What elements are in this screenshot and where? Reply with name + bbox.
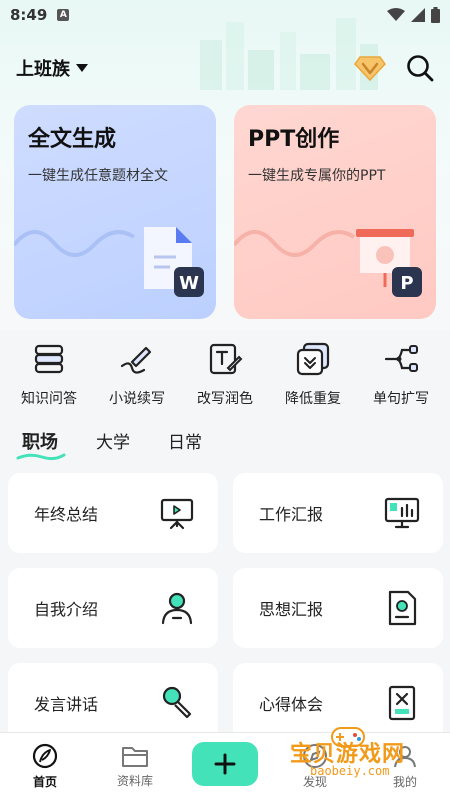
search-icon[interactable] <box>406 54 434 82</box>
tab-label: 职场 <box>22 432 58 453</box>
identity-label: 上班族 <box>16 59 70 80</box>
person-icon <box>161 592 193 625</box>
wifi-icon <box>387 8 405 21</box>
card-title: 全文生成 <box>28 127 117 152</box>
plus-icon <box>214 753 236 774</box>
nav-label: 我的 <box>392 775 417 789</box>
template-label: 年终总结 <box>34 505 99 524</box>
template-year-end-summary[interactable]: 年终总结 <box>8 473 218 553</box>
vip-diamond-icon[interactable] <box>354 55 386 81</box>
template-speech[interactable]: 发言讲话 <box>8 663 218 743</box>
template-reflections[interactable]: 心得体会 <box>233 663 443 743</box>
tool-label: 改写润色 <box>197 391 253 407</box>
tool-label: 知识问答 <box>21 391 77 407</box>
category-tabs: 职场 大学 日常 <box>16 428 202 461</box>
full-text-generation-card[interactable]: 全文生成 一键生成任意题材全文 W <box>14 105 216 319</box>
ppt-creation-card[interactable]: PPT创作 一键生成专属你的PPT P <box>234 105 436 319</box>
status-bar: 8:49 A <box>0 0 450 30</box>
tool-rewrite-polish[interactable]: 改写润色 <box>182 340 268 415</box>
nav-add[interactable] <box>190 741 260 786</box>
signal-icon <box>411 8 425 22</box>
template-ideological-report[interactable]: 思想汇报 <box>233 568 443 648</box>
card-subtitle: 一键生成任意题材全文 <box>28 168 168 184</box>
template-label: 自我介绍 <box>34 600 99 619</box>
ppt-presentation-icon: P <box>356 229 422 297</box>
document-seal-icon <box>388 590 417 626</box>
card-title: PPT创作 <box>248 127 340 152</box>
tool-reduce-repetition[interactable]: 降低重复 <box>270 340 356 415</box>
nav-label: 发现 <box>302 775 327 789</box>
template-label: 思想汇报 <box>259 600 324 619</box>
note-icon <box>388 685 416 721</box>
books-icon <box>34 344 64 374</box>
tab-workplace[interactable]: 职场 <box>16 428 66 461</box>
nav-library[interactable]: 资料库 <box>100 744 170 789</box>
nav-label: 资料库 <box>116 774 153 788</box>
edit-box-icon <box>209 343 243 375</box>
tab-label: 日常 <box>168 433 202 453</box>
bottom-navigation: 首页 资料库 发现 我的 <box>0 732 450 800</box>
expand-icon <box>384 345 418 372</box>
home-quill-icon <box>32 743 58 769</box>
tab-university[interactable]: 大学 <box>96 428 130 454</box>
pen-icon <box>120 346 152 374</box>
tool-label: 单句扩写 <box>373 391 429 407</box>
template-label: 工作汇报 <box>259 505 324 524</box>
caret-down-icon <box>76 64 88 72</box>
add-button[interactable] <box>192 741 258 786</box>
nav-label: 首页 <box>32 775 57 789</box>
tool-label: 小说续写 <box>109 391 165 407</box>
notification-icon: A <box>57 9 70 21</box>
card-subtitle: 一键生成专属你的PPT <box>248 168 386 184</box>
identity-selector[interactable]: 上班族 <box>16 55 88 81</box>
template-label: 发言讲话 <box>34 695 99 714</box>
ppt-badge: P <box>400 273 413 294</box>
report-board-icon <box>384 497 420 529</box>
status-time: 8:49 <box>10 6 48 24</box>
header: 上班族 <box>0 48 450 88</box>
tool-sentence-expand[interactable]: 单句扩写 <box>358 340 444 415</box>
tool-label: 降低重复 <box>285 391 341 407</box>
reduce-icon <box>296 342 330 376</box>
wave-decoration <box>14 230 136 257</box>
tab-daily[interactable]: 日常 <box>168 428 202 454</box>
word-document-icon: W <box>144 227 204 297</box>
discover-icon <box>303 744 327 768</box>
wave-decoration <box>234 230 356 257</box>
tab-active-underline <box>16 453 66 461</box>
microphone-icon <box>162 686 192 719</box>
battery-icon <box>431 7 440 23</box>
tool-knowledge-qa[interactable]: 知识问答 <box>6 340 92 415</box>
nav-home[interactable]: 首页 <box>10 743 80 790</box>
template-self-introduction[interactable]: 自我介绍 <box>8 568 218 648</box>
template-label: 心得体会 <box>259 695 324 714</box>
nav-discover[interactable]: 发现 <box>280 743 350 790</box>
presentation-icon <box>160 498 194 530</box>
tab-label: 大学 <box>96 433 130 453</box>
tools-row: 知识问答 小说续写 改写润色 降低重复 单句扩写 <box>0 340 450 415</box>
word-badge: W <box>179 273 199 294</box>
profile-icon <box>394 746 416 768</box>
folder-icon <box>122 747 148 767</box>
template-work-report[interactable]: 工作汇报 <box>233 473 443 553</box>
nav-profile[interactable]: 我的 <box>370 743 440 790</box>
tool-novel-continue[interactable]: 小说续写 <box>94 340 180 415</box>
